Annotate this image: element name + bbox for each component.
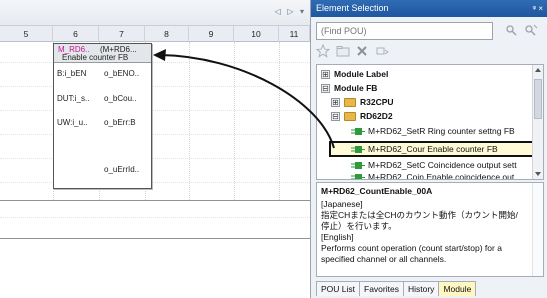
star-icon[interactable] [316,44,330,58]
tree-item-label: Module FB [334,83,378,93]
fb-input-pin[interactable]: B:i_bEN [57,69,86,78]
tab-module[interactable]: Module [438,281,477,296]
column-header-cell: 8 [145,26,189,42]
function-block-icon [351,146,365,153]
element-selection-panel: Element Selection ᵠ × (Find POU) ⊞ Modul… [310,0,547,298]
find-icon[interactable] [505,24,519,36]
column-header-cell: 5 [0,26,53,42]
tree-item-label: R32CPU [360,97,394,107]
fb-comment: Enable counter FB [62,53,129,62]
description-line: Performs count operation (count start/st… [321,243,502,253]
pin-close-icon[interactable]: ᵠ × [533,0,543,17]
find-next-icon[interactable] [524,24,538,36]
ladder-editor: ◁ ▷ ▾ 5 6 7 8 9 10 11 M_RD6.. (M+RD6... … [0,0,310,298]
description-line: 停止）を行います。 [321,221,397,231]
function-block-icon [351,128,365,135]
panel-title-bar: Element Selection ᵠ × [311,0,547,17]
panel-tabs: POU List Favorites History Module [316,281,546,297]
column-header-cell: 6 [53,26,99,42]
function-block-icon [351,162,365,169]
fb-output-pin[interactable]: o_uErrId.. [104,165,139,174]
function-block-header: M_RD6.. (M+RD6... Enable counter FB [54,44,151,63]
description-line: [Japanese] [321,199,363,209]
description-line: specified channel or all channels. [321,254,447,264]
tab-history[interactable]: History [402,281,440,296]
column-header-cell: 7 [99,26,145,42]
column-header-cell: 11 [279,26,310,42]
fb-output-pin[interactable]: o_bENO.. [104,69,139,78]
tab-favorites[interactable]: Favorites [359,281,404,296]
fb-output-pin[interactable]: o_bErr:B [104,118,136,127]
panel-toolbar [316,44,396,60]
search-box[interactable] [316,22,493,40]
tab-pou-list[interactable]: POU List [316,281,361,296]
fb-input-pin[interactable]: DUT:i_s.. [57,94,89,103]
editor-topbar: ◁ ▷ ▾ [0,0,310,26]
scroll-down-icon[interactable] [534,171,542,177]
scroll-thumb[interactable] [534,79,542,119]
tree-item-label: Module Label [334,69,389,79]
collapse-icon[interactable]: ⊟ [331,112,340,121]
tree-item-label: M+RD62_Cour Enable counter FB [368,144,498,154]
element-tree[interactable]: ⊞ Module Label ⊟ Module FB ⊞ R32CPU ⊟ RD… [316,64,544,180]
search-input[interactable] [317,23,492,39]
fb-input-pin[interactable]: UW:i_u.. [57,118,88,127]
description-pane: M+RD62_CountEnable_00A [Japanese] 指定CHまた… [316,182,544,277]
column-header-cell: 9 [189,26,234,42]
folder-icon [344,98,356,107]
expand-icon[interactable]: ⊞ [331,98,340,107]
folder-icon [344,112,356,121]
delete-icon[interactable] [355,44,369,58]
description-line: 指定CHまたは全CHのカウント動作（カウント開始/ [321,210,518,220]
tree-item-label: M+RD62_SetR Ring counter settng FB [368,126,515,136]
tree-scrollbar[interactable] [532,65,543,179]
description-line: [English] [321,232,354,242]
fb-output-pin[interactable]: o_bCou.. [104,94,136,103]
description-title: M+RD62_CountEnable_00A [321,186,433,196]
ladder-grid[interactable] [0,42,310,298]
tree-item-label: M+RD62_Coin Enable coincidence out [368,172,515,180]
panel-title: Element Selection [316,3,389,13]
column-header-cell: 10 [234,26,279,42]
tree-item-label: RD62D2 [360,111,393,121]
collapse-icon[interactable]: ⊟ [321,84,330,93]
column-header: 5 6 7 8 9 10 11 [0,26,310,42]
editor-tab-controls[interactable]: ◁ ▷ ▾ [275,7,306,16]
function-block[interactable]: M_RD6.. (M+RD6... Enable counter FB B:i_… [53,43,152,189]
scroll-up-icon[interactable] [534,67,542,73]
function-block-icon [351,174,365,179]
folder-icon[interactable] [336,44,350,58]
expand-icon[interactable]: ⊞ [321,70,330,79]
search-tools [505,24,541,38]
description-scrollbar[interactable] [532,183,543,276]
display-options-icon[interactable] [375,44,389,58]
